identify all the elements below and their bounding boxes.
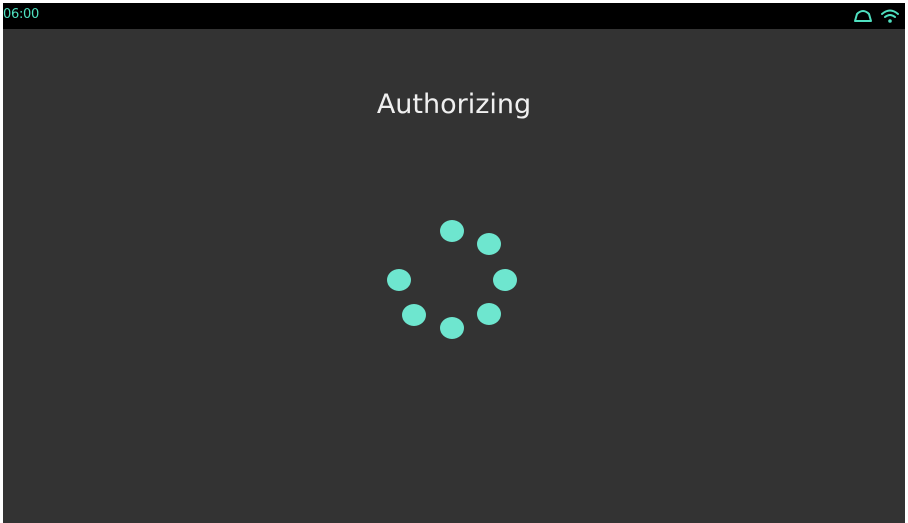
device-frame: 06:00 Authorizing bbox=[0, 0, 908, 523]
screen: 06:00 Authorizing bbox=[3, 3, 905, 523]
spinner-dot bbox=[387, 269, 411, 291]
spinner-dot bbox=[477, 233, 501, 255]
spinner-dot bbox=[440, 317, 464, 339]
spinner-dot bbox=[493, 269, 517, 291]
spinner-dot bbox=[440, 220, 464, 242]
spinner-dot bbox=[402, 304, 426, 326]
spinner-dot bbox=[477, 303, 501, 325]
loading-spinner-icon bbox=[387, 220, 517, 339]
